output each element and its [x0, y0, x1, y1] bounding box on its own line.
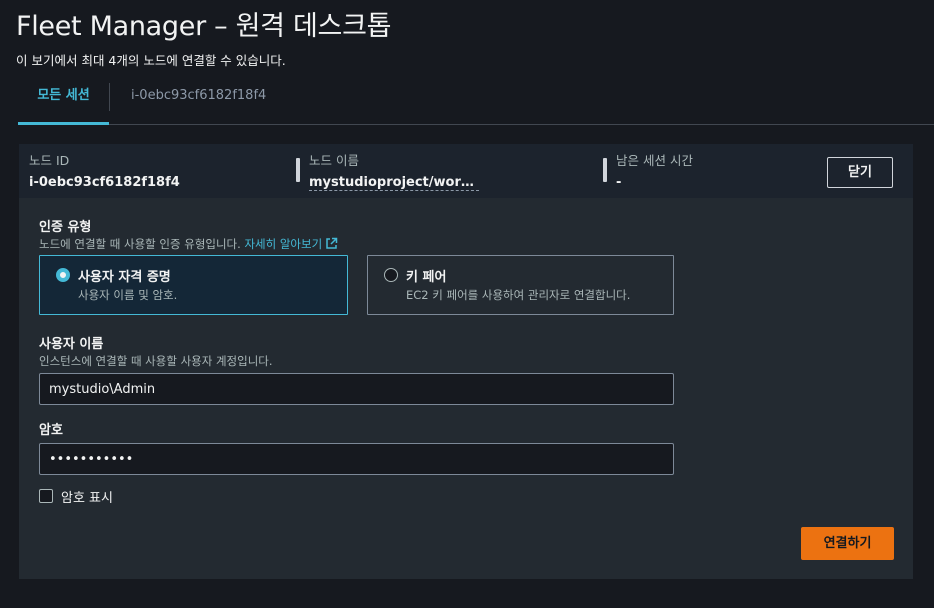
auth-option-key-pair[interactable]: 키 페어 EC2 키 페어를 사용하여 관리자로 연결합니다. — [367, 255, 674, 315]
page-subtitle: 이 보기에서 최대 4개의 노드에 연결할 수 있습니다. — [16, 53, 286, 68]
credentials-description: 사용자 이름 및 암호. — [78, 288, 178, 302]
radio-key-pair[interactable] — [384, 268, 398, 282]
username-label: 사용자 이름 — [39, 337, 104, 352]
learn-more-label: 자세히 알아보기 — [244, 237, 323, 251]
credentials-title: 사용자 자격 증명 — [78, 270, 171, 285]
session-tabs: 모든 세션 i-0ebc93cf6182f18f4 — [18, 76, 934, 125]
auth-type-help-text: 노드에 연결할 때 사용할 인증 유형입니다. — [39, 237, 241, 251]
connect-button[interactable]: 연결하기 — [801, 527, 894, 560]
session-header: 노드 ID i-0ebc93cf6182f18f4 노드 이름 mystudio… — [19, 144, 913, 198]
node-name-label: 노드 이름 — [309, 153, 359, 168]
header-divider — [296, 158, 300, 182]
show-password-checkbox[interactable] — [39, 489, 53, 503]
key-pair-description: EC2 키 페어를 사용하여 관리자로 연결합니다. — [406, 288, 631, 302]
node-id-column: 노드 ID i-0ebc93cf6182f18f4 — [29, 150, 180, 190]
username-input[interactable] — [39, 373, 674, 405]
key-pair-title: 키 페어 — [406, 270, 447, 285]
remaining-time-value: - — [616, 175, 622, 190]
page-title: Fleet Manager – 원격 데스크톱 — [16, 11, 392, 42]
auth-type-description: 노드에 연결할 때 사용할 인증 유형입니다. 자세히 알아보기 — [39, 236, 338, 252]
connection-panel: 노드 ID i-0ebc93cf6182f18f4 노드 이름 mystudio… — [18, 143, 914, 580]
username-description: 인스턴스에 연결할 때 사용할 사용자 계정입니다. — [39, 354, 273, 368]
node-name-value[interactable]: mystudioproject/workst... — [309, 175, 479, 191]
auth-type-label: 인증 유형 — [39, 220, 92, 235]
radio-credentials[interactable] — [56, 268, 70, 282]
node-id-label: 노드 ID — [29, 153, 70, 168]
remaining-time-column: 남은 세션 시간 - — [616, 150, 693, 190]
tab-session-instance[interactable]: i-0ebc93cf6182f18f4 — [131, 76, 266, 124]
close-button[interactable]: 닫기 — [827, 157, 893, 188]
tab-divider — [109, 83, 110, 111]
external-link-icon — [326, 237, 338, 249]
header-divider — [603, 158, 607, 182]
show-password-label[interactable]: 암호 표시 — [61, 487, 113, 506]
password-label: 암호 — [39, 423, 63, 438]
node-id-value: i-0ebc93cf6182f18f4 — [29, 175, 180, 190]
password-input[interactable] — [39, 443, 674, 475]
learn-more-link[interactable]: 자세히 알아보기 — [244, 237, 338, 251]
tab-all-sessions[interactable]: 모든 세션 — [18, 76, 109, 125]
node-name-column: 노드 이름 mystudioproject/workst... — [309, 150, 479, 195]
auth-option-credentials[interactable]: 사용자 자격 증명 사용자 이름 및 암호. — [39, 255, 348, 315]
remaining-time-label: 남은 세션 시간 — [616, 153, 693, 168]
